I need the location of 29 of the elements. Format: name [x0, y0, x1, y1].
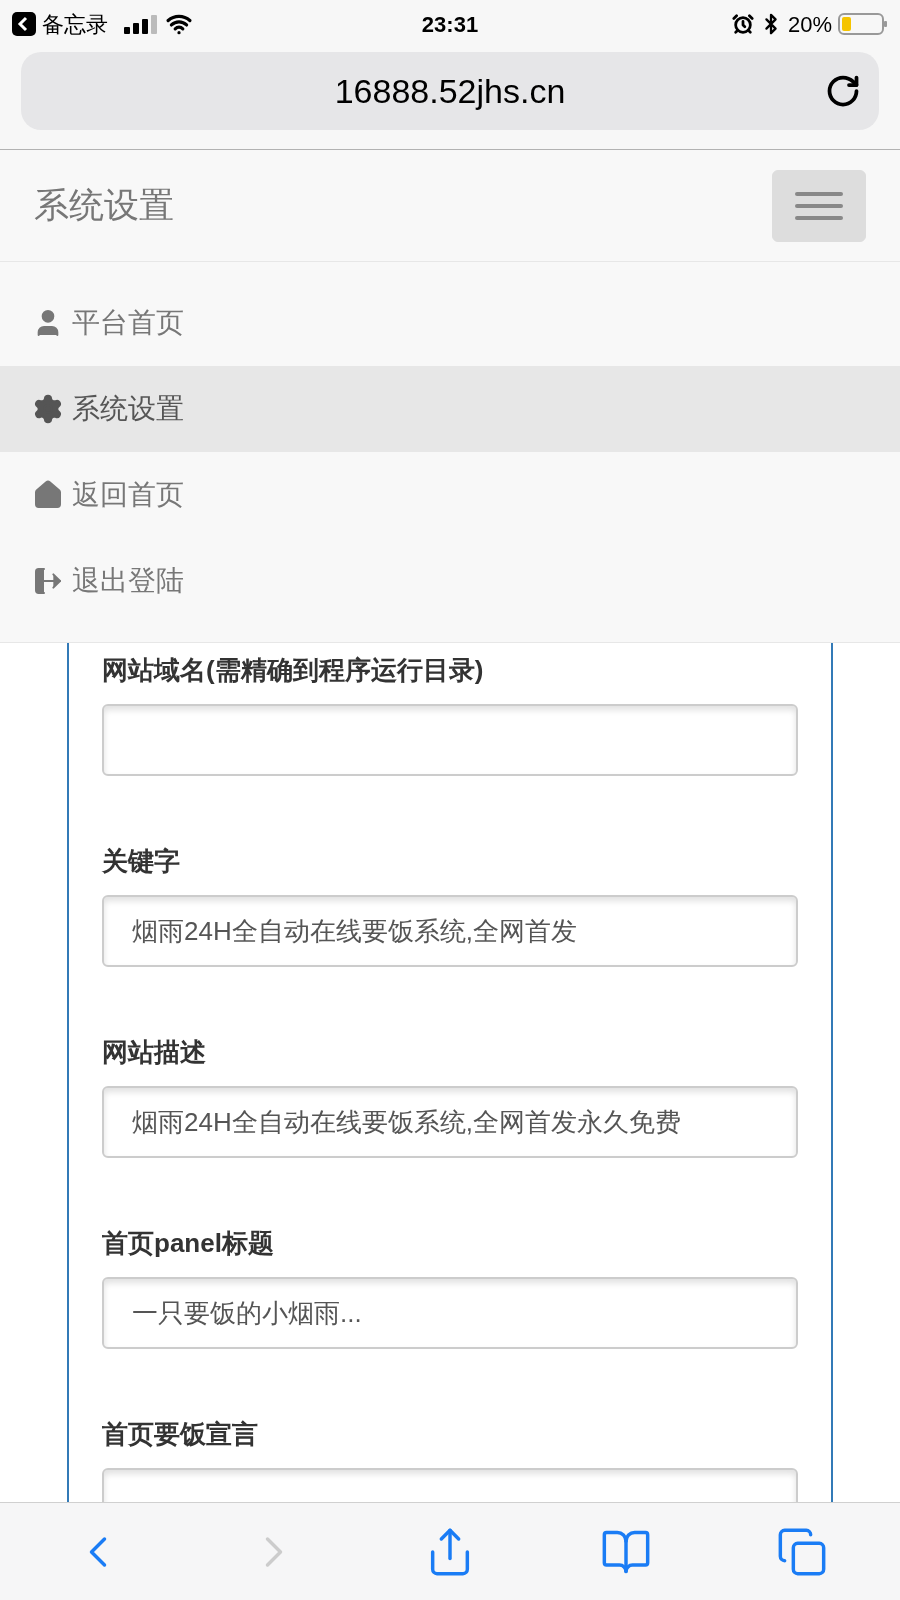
- field-label: 网站域名(需精确到程序运行目录): [102, 654, 485, 687]
- navbar-brand[interactable]: 系统设置: [34, 179, 174, 232]
- signal-icon: [124, 14, 160, 34]
- reload-icon[interactable]: [825, 73, 861, 109]
- field-label: 关键字: [102, 845, 181, 878]
- menu-item[interactable]: 平台首页: [0, 280, 900, 366]
- battery-percent: 20%: [787, 10, 832, 39]
- home-icon: [32, 479, 64, 511]
- url-text: 16888.52jhs.cn: [334, 70, 566, 112]
- field-label: 首页要饭宣言: [102, 1418, 259, 1451]
- logout-icon: [32, 565, 64, 597]
- field-label: 首页panel标题: [102, 1227, 275, 1260]
- back-app-icon[interactable]: [12, 12, 36, 36]
- menu-icon: [795, 191, 843, 220]
- menu-item[interactable]: 返回首页: [0, 452, 900, 538]
- address-bar[interactable]: 16888.52jhs.cn: [21, 52, 879, 130]
- alarm-icon: [731, 13, 754, 35]
- menu-toggle-button[interactable]: [772, 169, 866, 242]
- text-field[interactable]: [102, 704, 798, 776]
- clock-time: 23:31: [421, 10, 479, 39]
- battery-icon: [838, 12, 888, 36]
- back-app-label[interactable]: 备忘录: [42, 7, 108, 41]
- text-field[interactable]: 烟雨24H全自动在线要饭系统,全网首发: [102, 895, 798, 967]
- menu-item[interactable]: 系统设置: [0, 366, 900, 452]
- field-label: 网站描述: [102, 1036, 207, 1069]
- menu-item[interactable]: 退出登陆: [0, 538, 900, 624]
- text-field[interactable]: 烟雨24H全自动在线要饭系统,全网首发永久免费: [102, 1086, 798, 1158]
- text-field[interactable]: 一只要饭的小烟雨...: [102, 1277, 798, 1349]
- settings-icon: [32, 393, 64, 425]
